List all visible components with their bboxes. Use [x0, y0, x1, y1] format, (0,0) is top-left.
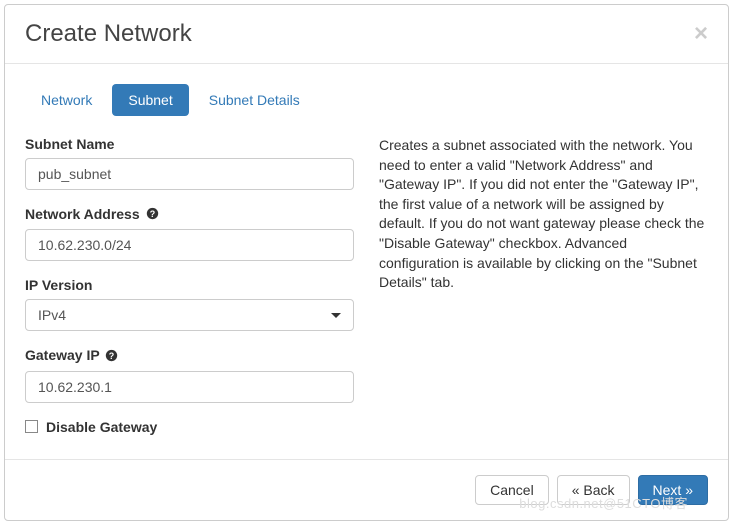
- disable-gateway-label: Disable Gateway: [46, 419, 157, 435]
- modal-header: Create Network ×: [5, 5, 728, 64]
- ip-version-label: IP Version: [25, 277, 354, 293]
- tabs: Network Subnet Subnet Details: [25, 84, 708, 116]
- chevron-down-icon: [331, 313, 341, 318]
- cancel-button[interactable]: Cancel: [475, 475, 549, 505]
- help-text: Creates a subnet associated with the net…: [379, 136, 708, 435]
- modal-body: Network Subnet Subnet Details Subnet Nam…: [5, 64, 728, 459]
- help-icon[interactable]: ?: [146, 207, 159, 223]
- network-address-label-text: Network Address: [25, 206, 140, 222]
- create-network-modal: Create Network × Network Subnet Subnet D…: [4, 4, 729, 521]
- content-row: Subnet Name Network Address ? IP Version: [25, 136, 708, 435]
- ip-version-select[interactable]: IPv4: [25, 299, 354, 331]
- gateway-ip-label: Gateway IP ?: [25, 347, 354, 364]
- gateway-ip-label-text: Gateway IP: [25, 347, 99, 363]
- svg-text:?: ?: [149, 209, 154, 219]
- tab-subnet-details[interactable]: Subnet Details: [193, 84, 316, 116]
- help-icon[interactable]: ?: [105, 349, 118, 365]
- ip-version-value: IPv4: [38, 307, 66, 323]
- subnet-name-group: Subnet Name: [25, 136, 354, 190]
- gateway-ip-group: Gateway IP ?: [25, 347, 354, 402]
- subnet-name-label: Subnet Name: [25, 136, 354, 152]
- form-column: Subnet Name Network Address ? IP Version: [25, 136, 354, 435]
- next-button[interactable]: Next »: [638, 475, 708, 505]
- network-address-label: Network Address ?: [25, 206, 354, 223]
- network-address-input[interactable]: [25, 229, 354, 261]
- back-button[interactable]: « Back: [557, 475, 630, 505]
- tab-subnet[interactable]: Subnet: [112, 84, 188, 116]
- gateway-ip-input[interactable]: [25, 371, 354, 403]
- subnet-name-input[interactable]: [25, 158, 354, 190]
- disable-gateway-checkbox[interactable]: [25, 420, 38, 433]
- disable-gateway-row: Disable Gateway: [25, 419, 354, 435]
- modal-footer: Cancel « Back Next »: [5, 459, 728, 520]
- svg-text:?: ?: [109, 350, 114, 360]
- network-address-group: Network Address ?: [25, 206, 354, 261]
- tab-network[interactable]: Network: [25, 84, 108, 116]
- ip-version-group: IP Version IPv4: [25, 277, 354, 331]
- close-icon[interactable]: ×: [694, 22, 708, 46]
- modal-title: Create Network: [25, 20, 192, 48]
